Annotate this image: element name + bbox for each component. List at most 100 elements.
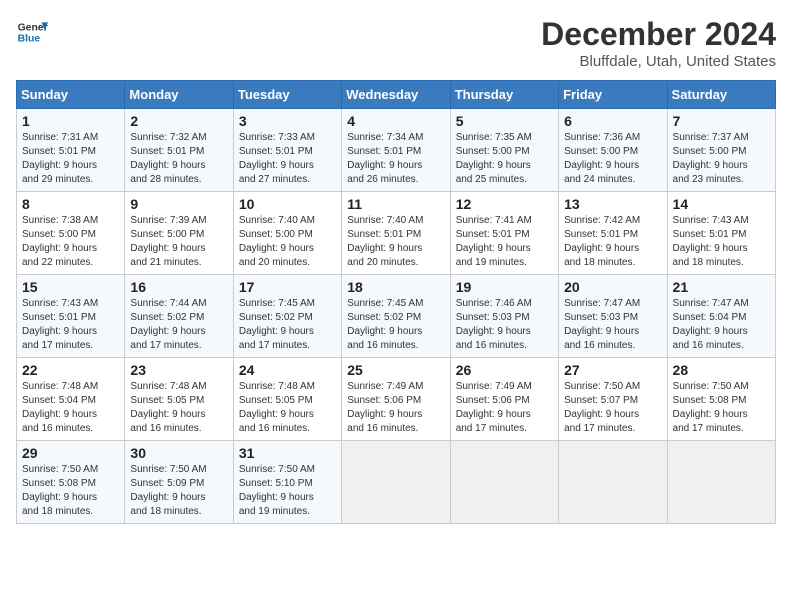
calendar-header-cell: Thursday [450,81,558,109]
day-info: Sunrise: 7:50 AM Sunset: 5:08 PM Dayligh… [22,463,119,519]
calendar-header-cell: Friday [559,81,667,109]
day-number: 8 [22,196,119,212]
calendar-week-row: 22 Sunrise: 7:48 AM Sunset: 5:04 PM Dayli… [17,358,776,441]
day-number: 28 [673,362,770,378]
day-info: Sunrise: 7:48 AM Sunset: 5:05 PM Dayligh… [130,380,227,436]
calendar-cell: 7 Sunrise: 7:37 AM Sunset: 5:00 PM Daylig… [667,109,775,192]
day-number: 22 [22,362,119,378]
day-number: 2 [130,113,227,129]
day-number: 25 [347,362,444,378]
day-info: Sunrise: 7:49 AM Sunset: 5:06 PM Dayligh… [347,380,444,436]
day-number: 5 [456,113,553,129]
day-number: 26 [456,362,553,378]
calendar-cell: 22 Sunrise: 7:48 AM Sunset: 5:04 PM Dayli… [17,358,125,441]
calendar-cell [342,441,450,524]
day-number: 7 [673,113,770,129]
day-number: 19 [456,279,553,295]
day-info: Sunrise: 7:31 AM Sunset: 5:01 PM Dayligh… [22,131,119,187]
day-info: Sunrise: 7:39 AM Sunset: 5:00 PM Dayligh… [130,214,227,270]
calendar-body: 1 Sunrise: 7:31 AM Sunset: 5:01 PM Daylig… [17,109,776,524]
day-number: 24 [239,362,336,378]
day-number: 9 [130,196,227,212]
day-number: 29 [22,445,119,461]
day-number: 23 [130,362,227,378]
day-info: Sunrise: 7:50 AM Sunset: 5:09 PM Dayligh… [130,463,227,519]
day-info: Sunrise: 7:42 AM Sunset: 5:01 PM Dayligh… [564,214,661,270]
day-number: 30 [130,445,227,461]
day-info: Sunrise: 7:45 AM Sunset: 5:02 PM Dayligh… [239,297,336,353]
calendar-header-cell: Tuesday [233,81,341,109]
day-info: Sunrise: 7:43 AM Sunset: 5:01 PM Dayligh… [673,214,770,270]
calendar-cell: 26 Sunrise: 7:49 AM Sunset: 5:06 PM Dayli… [450,358,558,441]
calendar-cell: 15 Sunrise: 7:43 AM Sunset: 5:01 PM Dayli… [17,275,125,358]
calendar-cell: 9 Sunrise: 7:39 AM Sunset: 5:00 PM Daylig… [125,192,233,275]
calendar-cell: 28Sunrise: 7:50 AM Sunset: 5:08 PM Dayli… [667,358,775,441]
title-block: December 2024 Bluffdale, Utah, United St… [541,16,776,70]
day-info: Sunrise: 7:33 AM Sunset: 5:01 PM Dayligh… [239,131,336,187]
day-info: Sunrise: 7:44 AM Sunset: 5:02 PM Dayligh… [130,297,227,353]
day-number: 12 [456,196,553,212]
day-number: 1 [22,113,119,129]
day-number: 16 [130,279,227,295]
day-number: 6 [564,113,661,129]
calendar-cell: 4Sunrise: 7:34 AM Sunset: 5:01 PM Daylig… [342,109,450,192]
calendar-cell: 11 Sunrise: 7:40 AM Sunset: 5:01 PM Dayli… [342,192,450,275]
calendar-cell: 30 Sunrise: 7:50 AM Sunset: 5:09 PM Dayli… [125,441,233,524]
calendar-week-row: 29 Sunrise: 7:50 AM Sunset: 5:08 PM Dayli… [17,441,776,524]
calendar-cell: 20Sunrise: 7:47 AM Sunset: 5:03 PM Dayli… [559,275,667,358]
calendar-cell [667,441,775,524]
day-info: Sunrise: 7:48 AM Sunset: 5:05 PM Dayligh… [239,380,336,436]
calendar-cell: 24 Sunrise: 7:48 AM Sunset: 5:05 PM Dayli… [233,358,341,441]
day-number: 4 [347,113,444,129]
calendar-week-row: 1 Sunrise: 7:31 AM Sunset: 5:01 PM Daylig… [17,109,776,192]
calendar-cell: 2 Sunrise: 7:32 AM Sunset: 5:01 PM Daylig… [125,109,233,192]
calendar-cell: 8Sunrise: 7:38 AM Sunset: 5:00 PM Daylig… [17,192,125,275]
calendar-cell: 23 Sunrise: 7:48 AM Sunset: 5:05 PM Dayli… [125,358,233,441]
day-info: Sunrise: 7:37 AM Sunset: 5:00 PM Dayligh… [673,131,770,187]
calendar-table: SundayMondayTuesdayWednesdayThursdayFrid… [16,80,776,524]
day-info: Sunrise: 7:36 AM Sunset: 5:00 PM Dayligh… [564,131,661,187]
day-info: Sunrise: 7:48 AM Sunset: 5:04 PM Dayligh… [22,380,119,436]
calendar-cell: 17Sunrise: 7:45 AM Sunset: 5:02 PM Dayli… [233,275,341,358]
calendar-cell: 1 Sunrise: 7:31 AM Sunset: 5:01 PM Daylig… [17,109,125,192]
calendar-cell: 21Sunrise: 7:47 AM Sunset: 5:04 PM Dayli… [667,275,775,358]
day-number: 10 [239,196,336,212]
calendar-cell: 12Sunrise: 7:41 AM Sunset: 5:01 PM Dayli… [450,192,558,275]
day-info: Sunrise: 7:46 AM Sunset: 5:03 PM Dayligh… [456,297,553,353]
day-number: 15 [22,279,119,295]
day-info: Sunrise: 7:40 AM Sunset: 5:01 PM Dayligh… [347,214,444,270]
calendar-header-cell: Wednesday [342,81,450,109]
calendar-cell: 10Sunrise: 7:40 AM Sunset: 5:00 PM Dayli… [233,192,341,275]
day-info: Sunrise: 7:50 AM Sunset: 5:10 PM Dayligh… [239,463,336,519]
day-number: 27 [564,362,661,378]
calendar-cell: 13Sunrise: 7:42 AM Sunset: 5:01 PM Dayli… [559,192,667,275]
calendar-header-row: SundayMondayTuesdayWednesdayThursdayFrid… [17,81,776,109]
day-number: 18 [347,279,444,295]
calendar-cell: 29 Sunrise: 7:50 AM Sunset: 5:08 PM Dayli… [17,441,125,524]
calendar-cell: 31Sunrise: 7:50 AM Sunset: 5:10 PM Dayli… [233,441,341,524]
day-number: 11 [347,196,444,212]
day-info: Sunrise: 7:49 AM Sunset: 5:06 PM Dayligh… [456,380,553,436]
logo: General Blue [16,16,48,48]
calendar-cell: 5 Sunrise: 7:35 AM Sunset: 5:00 PM Daylig… [450,109,558,192]
calendar-cell: 6 Sunrise: 7:36 AM Sunset: 5:00 PM Daylig… [559,109,667,192]
header: General Blue December 2024 Bluffdale, Ut… [16,16,776,70]
day-info: Sunrise: 7:32 AM Sunset: 5:01 PM Dayligh… [130,131,227,187]
calendar-header-cell: Sunday [17,81,125,109]
calendar-header-cell: Monday [125,81,233,109]
calendar-week-row: 8Sunrise: 7:38 AM Sunset: 5:00 PM Daylig… [17,192,776,275]
day-number: 21 [673,279,770,295]
day-number: 3 [239,113,336,129]
day-info: Sunrise: 7:45 AM Sunset: 5:02 PM Dayligh… [347,297,444,353]
day-info: Sunrise: 7:50 AM Sunset: 5:07 PM Dayligh… [564,380,661,436]
location-subtitle: Bluffdale, Utah, United States [541,53,776,70]
calendar-cell: 3 Sunrise: 7:33 AM Sunset: 5:01 PM Daylig… [233,109,341,192]
day-info: Sunrise: 7:47 AM Sunset: 5:03 PM Dayligh… [564,297,661,353]
day-info: Sunrise: 7:35 AM Sunset: 5:00 PM Dayligh… [456,131,553,187]
calendar-cell: 14Sunrise: 7:43 AM Sunset: 5:01 PM Dayli… [667,192,775,275]
calendar-cell: 16 Sunrise: 7:44 AM Sunset: 5:02 PM Dayli… [125,275,233,358]
calendar-cell: 18 Sunrise: 7:45 AM Sunset: 5:02 PM Dayli… [342,275,450,358]
calendar-week-row: 15 Sunrise: 7:43 AM Sunset: 5:01 PM Dayli… [17,275,776,358]
logo-icon: General Blue [16,16,48,48]
day-info: Sunrise: 7:43 AM Sunset: 5:01 PM Dayligh… [22,297,119,353]
